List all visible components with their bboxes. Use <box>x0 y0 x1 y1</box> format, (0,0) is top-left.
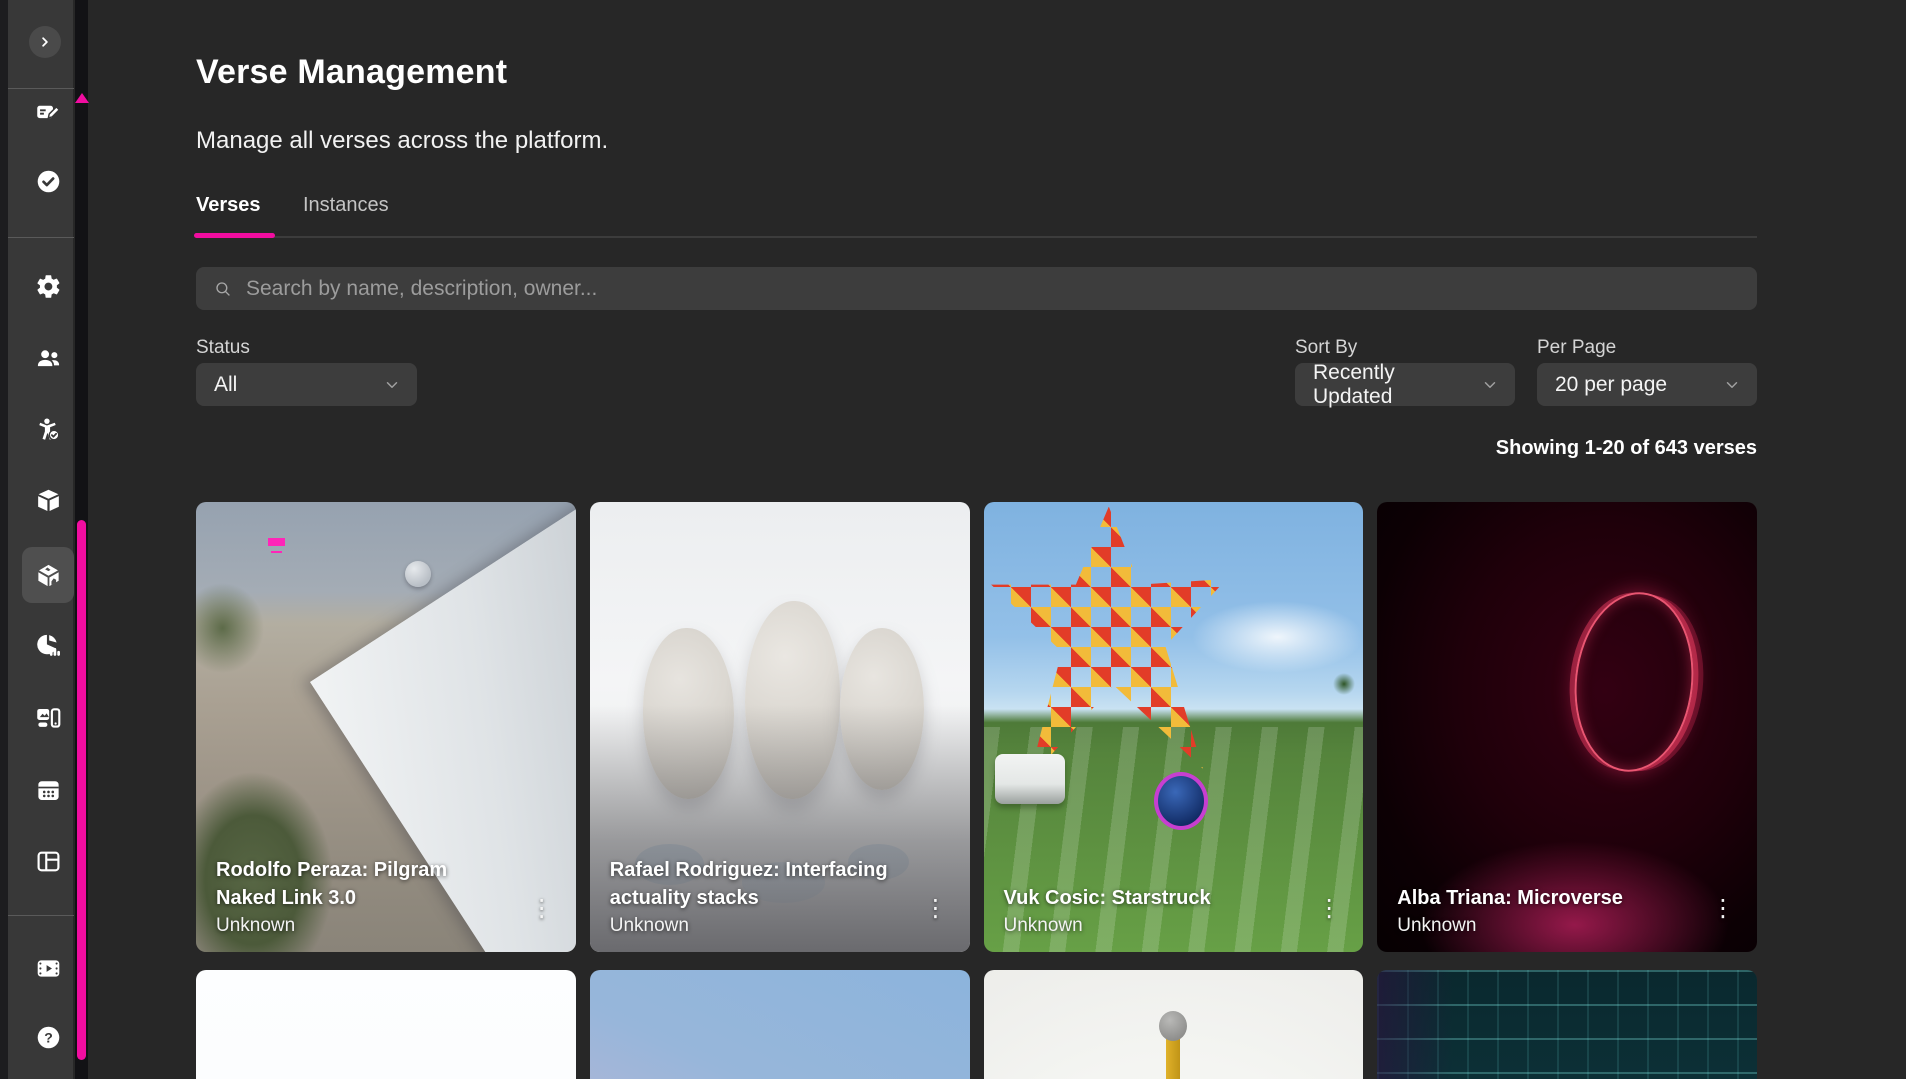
scroll-up-arrow-icon <box>75 93 89 103</box>
verse-title: Rodolfo Peraza: Pilgram Naked Link 3.0 <box>216 856 512 912</box>
member-check-icon <box>35 416 62 443</box>
verse-card[interactable]: Alba Triana: Microverse Unknown ⋮ <box>1377 502 1757 952</box>
kebab-menu-icon[interactable]: ⋮ <box>1709 892 1737 926</box>
verse-thumbnail <box>984 970 1364 1079</box>
sidebar-expand-button[interactable] <box>29 26 61 58</box>
sidebar-item-approvals[interactable] <box>22 161 74 201</box>
sidebar-item-layout[interactable] <box>22 841 74 881</box>
check-circle-icon <box>35 168 62 195</box>
media-devices-icon <box>35 705 62 732</box>
verse-owner: Unknown <box>610 915 906 937</box>
sidebar-item-members[interactable] <box>22 409 74 449</box>
verse-card-caption: Alba Triana: Microverse Unknown <box>1377 884 1757 952</box>
layout-panels-icon <box>35 848 62 875</box>
window-edge <box>0 0 8 1079</box>
package-box-icon <box>35 487 62 514</box>
main-content: Verse Management Manage all verses acros… <box>196 0 1757 1079</box>
sort-by-dropdown-value: Recently Updated <box>1313 361 1471 409</box>
per-page-dropdown-value: 20 per page <box>1555 373 1667 397</box>
video-reel-icon <box>35 955 62 982</box>
sidebar-item-media[interactable] <box>22 698 74 738</box>
verse-cube-icon <box>35 562 62 589</box>
per-page-dropdown[interactable]: 20 per page <box>1537 363 1757 406</box>
tab-verses[interactable]: Verses <box>196 194 261 234</box>
chevron-right-icon <box>36 33 54 51</box>
calendar-icon <box>35 777 62 804</box>
sidebar-item-packages[interactable] <box>22 480 74 520</box>
sidebar-item-help[interactable]: ? <box>22 1017 74 1057</box>
sidebar-item-calendar[interactable] <box>22 770 74 810</box>
verse-card[interactable] <box>590 970 970 1079</box>
sidebar-divider <box>8 88 74 89</box>
help-icon: ? <box>35 1024 62 1051</box>
tab-instances[interactable]: Instances <box>303 194 389 234</box>
verse-card[interactable]: Vuk Cosic: Starstruck Unknown ⋮ <box>984 502 1364 952</box>
analytics-pie-icon <box>35 632 62 659</box>
kebab-menu-icon[interactable]: ⋮ <box>528 892 556 926</box>
tab-bar: Verses Instances <box>196 194 1757 238</box>
verse-card-caption: Vuk Cosic: Starstruck Unknown <box>984 884 1364 952</box>
svg-text:?: ? <box>44 1029 53 1045</box>
verse-thumbnail <box>1377 970 1757 1079</box>
verse-thumbnail <box>196 970 576 1079</box>
chevron-down-icon <box>383 376 401 394</box>
page-subtitle: Manage all verses across the platform. <box>196 127 608 155</box>
search-icon <box>214 280 232 298</box>
kebab-menu-icon[interactable]: ⋮ <box>1315 892 1343 926</box>
verse-owner: Unknown <box>1004 915 1300 937</box>
kebab-menu-icon[interactable]: ⋮ <box>922 892 950 926</box>
sidebar-divider <box>8 237 74 238</box>
settings-gear-icon <box>35 273 62 300</box>
status-dropdown[interactable]: All <box>196 363 417 406</box>
sidebar-item-verses[interactable] <box>22 547 74 603</box>
users-icon <box>35 345 62 372</box>
verse-title: Alba Triana: Microverse <box>1397 884 1693 912</box>
verse-owner: Unknown <box>216 915 512 937</box>
verse-card[interactable]: Rafael Rodriguez: Interfacing actuality … <box>590 502 970 952</box>
per-page-label: Per Page <box>1537 337 1616 359</box>
contact-card-edit-icon <box>35 99 62 126</box>
sidebar-item-analytics[interactable] <box>22 625 74 665</box>
verse-card-caption: Rodolfo Peraza: Pilgram Naked Link 3.0 U… <box>196 856 576 952</box>
verse-card-grid: Rodolfo Peraza: Pilgram Naked Link 3.0 U… <box>196 502 1757 1079</box>
status-filter-label: Status <box>196 337 250 359</box>
status-dropdown-value: All <box>214 373 237 397</box>
sidebar-item-users[interactable] <box>22 338 74 378</box>
search-bar[interactable] <box>196 267 1757 310</box>
sidebar-scrollbar-thumb[interactable] <box>77 520 86 1060</box>
chevron-down-icon <box>1481 376 1499 394</box>
verse-thumbnail <box>590 970 970 1079</box>
verse-card[interactable] <box>984 970 1364 1079</box>
search-input[interactable] <box>244 276 1739 302</box>
results-summary: Showing 1-20 of 643 verses <box>1496 437 1757 460</box>
verse-card[interactable] <box>1377 970 1757 1079</box>
sidebar-item-contact-card[interactable] <box>22 92 74 132</box>
sidebar: ? <box>8 0 73 1079</box>
chevron-down-icon <box>1723 376 1741 394</box>
page-title: Verse Management <box>196 53 507 92</box>
sidebar-scrollbar-track[interactable] <box>75 0 88 1079</box>
verse-title: Rafael Rodriguez: Interfacing actuality … <box>610 856 906 912</box>
sidebar-item-settings[interactable] <box>22 266 74 306</box>
verse-card-caption: Rafael Rodriguez: Interfacing actuality … <box>590 856 970 952</box>
verse-card[interactable] <box>196 970 576 1079</box>
sort-by-label: Sort By <box>1295 337 1357 359</box>
verse-title: Vuk Cosic: Starstruck <box>1004 884 1300 912</box>
sort-by-dropdown[interactable]: Recently Updated <box>1295 363 1515 406</box>
verse-management-screen: ? Verse Management Manage all verses acr… <box>0 0 1906 1079</box>
sidebar-item-videos[interactable] <box>22 948 74 988</box>
verse-owner: Unknown <box>1397 915 1693 937</box>
verse-card[interactable]: Rodolfo Peraza: Pilgram Naked Link 3.0 U… <box>196 502 576 952</box>
sidebar-divider <box>8 915 74 916</box>
